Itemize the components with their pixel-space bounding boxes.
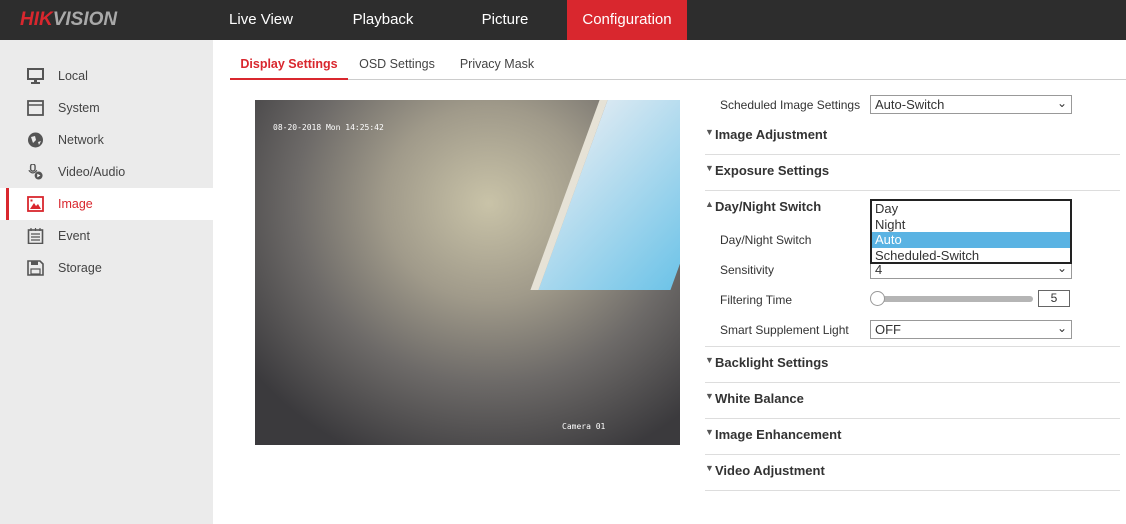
chevron-down-icon: ▼ xyxy=(705,355,714,365)
window-icon xyxy=(27,100,44,116)
sidebar-item-network[interactable]: Network xyxy=(0,124,213,156)
hikvision-logo: HIKVISION xyxy=(20,9,118,30)
tab-bar: Display Settings OSD Settings Privacy Ma… xyxy=(230,50,1126,80)
sidebar-item-system[interactable]: System xyxy=(0,92,213,124)
section-exposure-settings[interactable]: ▼ Exposure Settings xyxy=(705,155,1120,191)
monitor-icon xyxy=(27,68,44,84)
microphone-video-icon xyxy=(28,164,43,180)
option-day[interactable]: Day xyxy=(872,201,1070,217)
sidebar-item-event[interactable]: Event xyxy=(0,220,213,252)
section-white-balance[interactable]: ▼ White Balance xyxy=(705,383,1120,419)
sidebar-item-video-audio[interactable]: Video/Audio xyxy=(0,156,213,188)
section-video-adjustment[interactable]: ▼ Video Adjustment xyxy=(705,455,1120,491)
sidebar: Local System Network Video/Audio Image E… xyxy=(0,40,213,524)
osd-camera-name: Camera 01 xyxy=(562,422,606,431)
section-image-adjustment[interactable]: ▼ Image Adjustment xyxy=(705,119,1120,155)
chevron-up-icon: ▲ xyxy=(705,199,714,209)
chevron-down-icon: ▼ xyxy=(705,391,714,401)
chevron-down-icon: ⌄ xyxy=(1056,96,1067,110)
filtering-time-input[interactable]: 5 xyxy=(1038,290,1070,307)
chevron-down-icon: ⌄ xyxy=(1056,321,1067,335)
section-image-enhancement[interactable]: ▼ Image Enhancement xyxy=(705,419,1120,455)
chevron-down-icon: ▼ xyxy=(705,427,714,437)
option-night[interactable]: Night xyxy=(872,217,1070,233)
sidebar-item-storage[interactable]: Storage xyxy=(0,252,213,284)
globe-icon xyxy=(28,132,43,148)
day-night-switch-dropdown[interactable]: Day Night Auto Scheduled-Switch xyxy=(870,199,1072,264)
top-bar: HIKVISION Live View Playback Picture Con… xyxy=(0,0,1126,40)
filtering-time-slider-handle[interactable] xyxy=(870,291,885,306)
scheduled-image-settings-label: Scheduled Image Settings xyxy=(720,98,861,112)
chevron-down-icon: ▼ xyxy=(705,163,714,173)
option-auto[interactable]: Auto xyxy=(872,232,1070,248)
tab-display-settings[interactable]: Display Settings xyxy=(230,50,348,80)
filtering-time-slider[interactable] xyxy=(877,296,1033,302)
chevron-down-icon: ▼ xyxy=(705,127,714,137)
sidebar-item-image[interactable]: Image xyxy=(0,188,213,220)
day-night-switch-label: Day/Night Switch xyxy=(720,233,812,247)
image-icon xyxy=(27,196,44,212)
scheduled-image-settings-select[interactable]: Auto-Switch ⌄ xyxy=(870,95,1072,114)
calendar-icon xyxy=(27,228,44,244)
tab-privacy-mask[interactable]: Privacy Mask xyxy=(452,50,542,80)
osd-timestamp: 08-20-2018 Mon 14:25:42 xyxy=(273,123,384,132)
nav-picture[interactable]: Picture xyxy=(460,0,550,40)
smart-supplement-light-label: Smart Supplement Light xyxy=(720,323,849,337)
tab-osd-settings[interactable]: OSD Settings xyxy=(354,50,440,80)
sensitivity-label: Sensitivity xyxy=(720,263,775,277)
smart-supplement-light-select[interactable]: OFF ⌄ xyxy=(870,320,1072,339)
floppy-icon xyxy=(27,260,44,276)
chevron-down-icon: ▼ xyxy=(705,463,714,473)
nav-configuration[interactable]: Configuration xyxy=(567,0,687,40)
section-backlight-settings[interactable]: ▼ Backlight Settings xyxy=(705,347,1120,383)
filtering-time-label: Filtering Time xyxy=(720,293,793,307)
video-preview: 08-20-2018 Mon 14:25:42 Camera 01 xyxy=(255,100,680,445)
nav-live-view[interactable]: Live View xyxy=(215,0,307,40)
nav-playback[interactable]: Playback xyxy=(337,0,429,40)
window-in-view xyxy=(530,100,680,290)
sidebar-item-local[interactable]: Local xyxy=(0,60,213,92)
option-scheduled-switch[interactable]: Scheduled-Switch xyxy=(872,248,1070,264)
